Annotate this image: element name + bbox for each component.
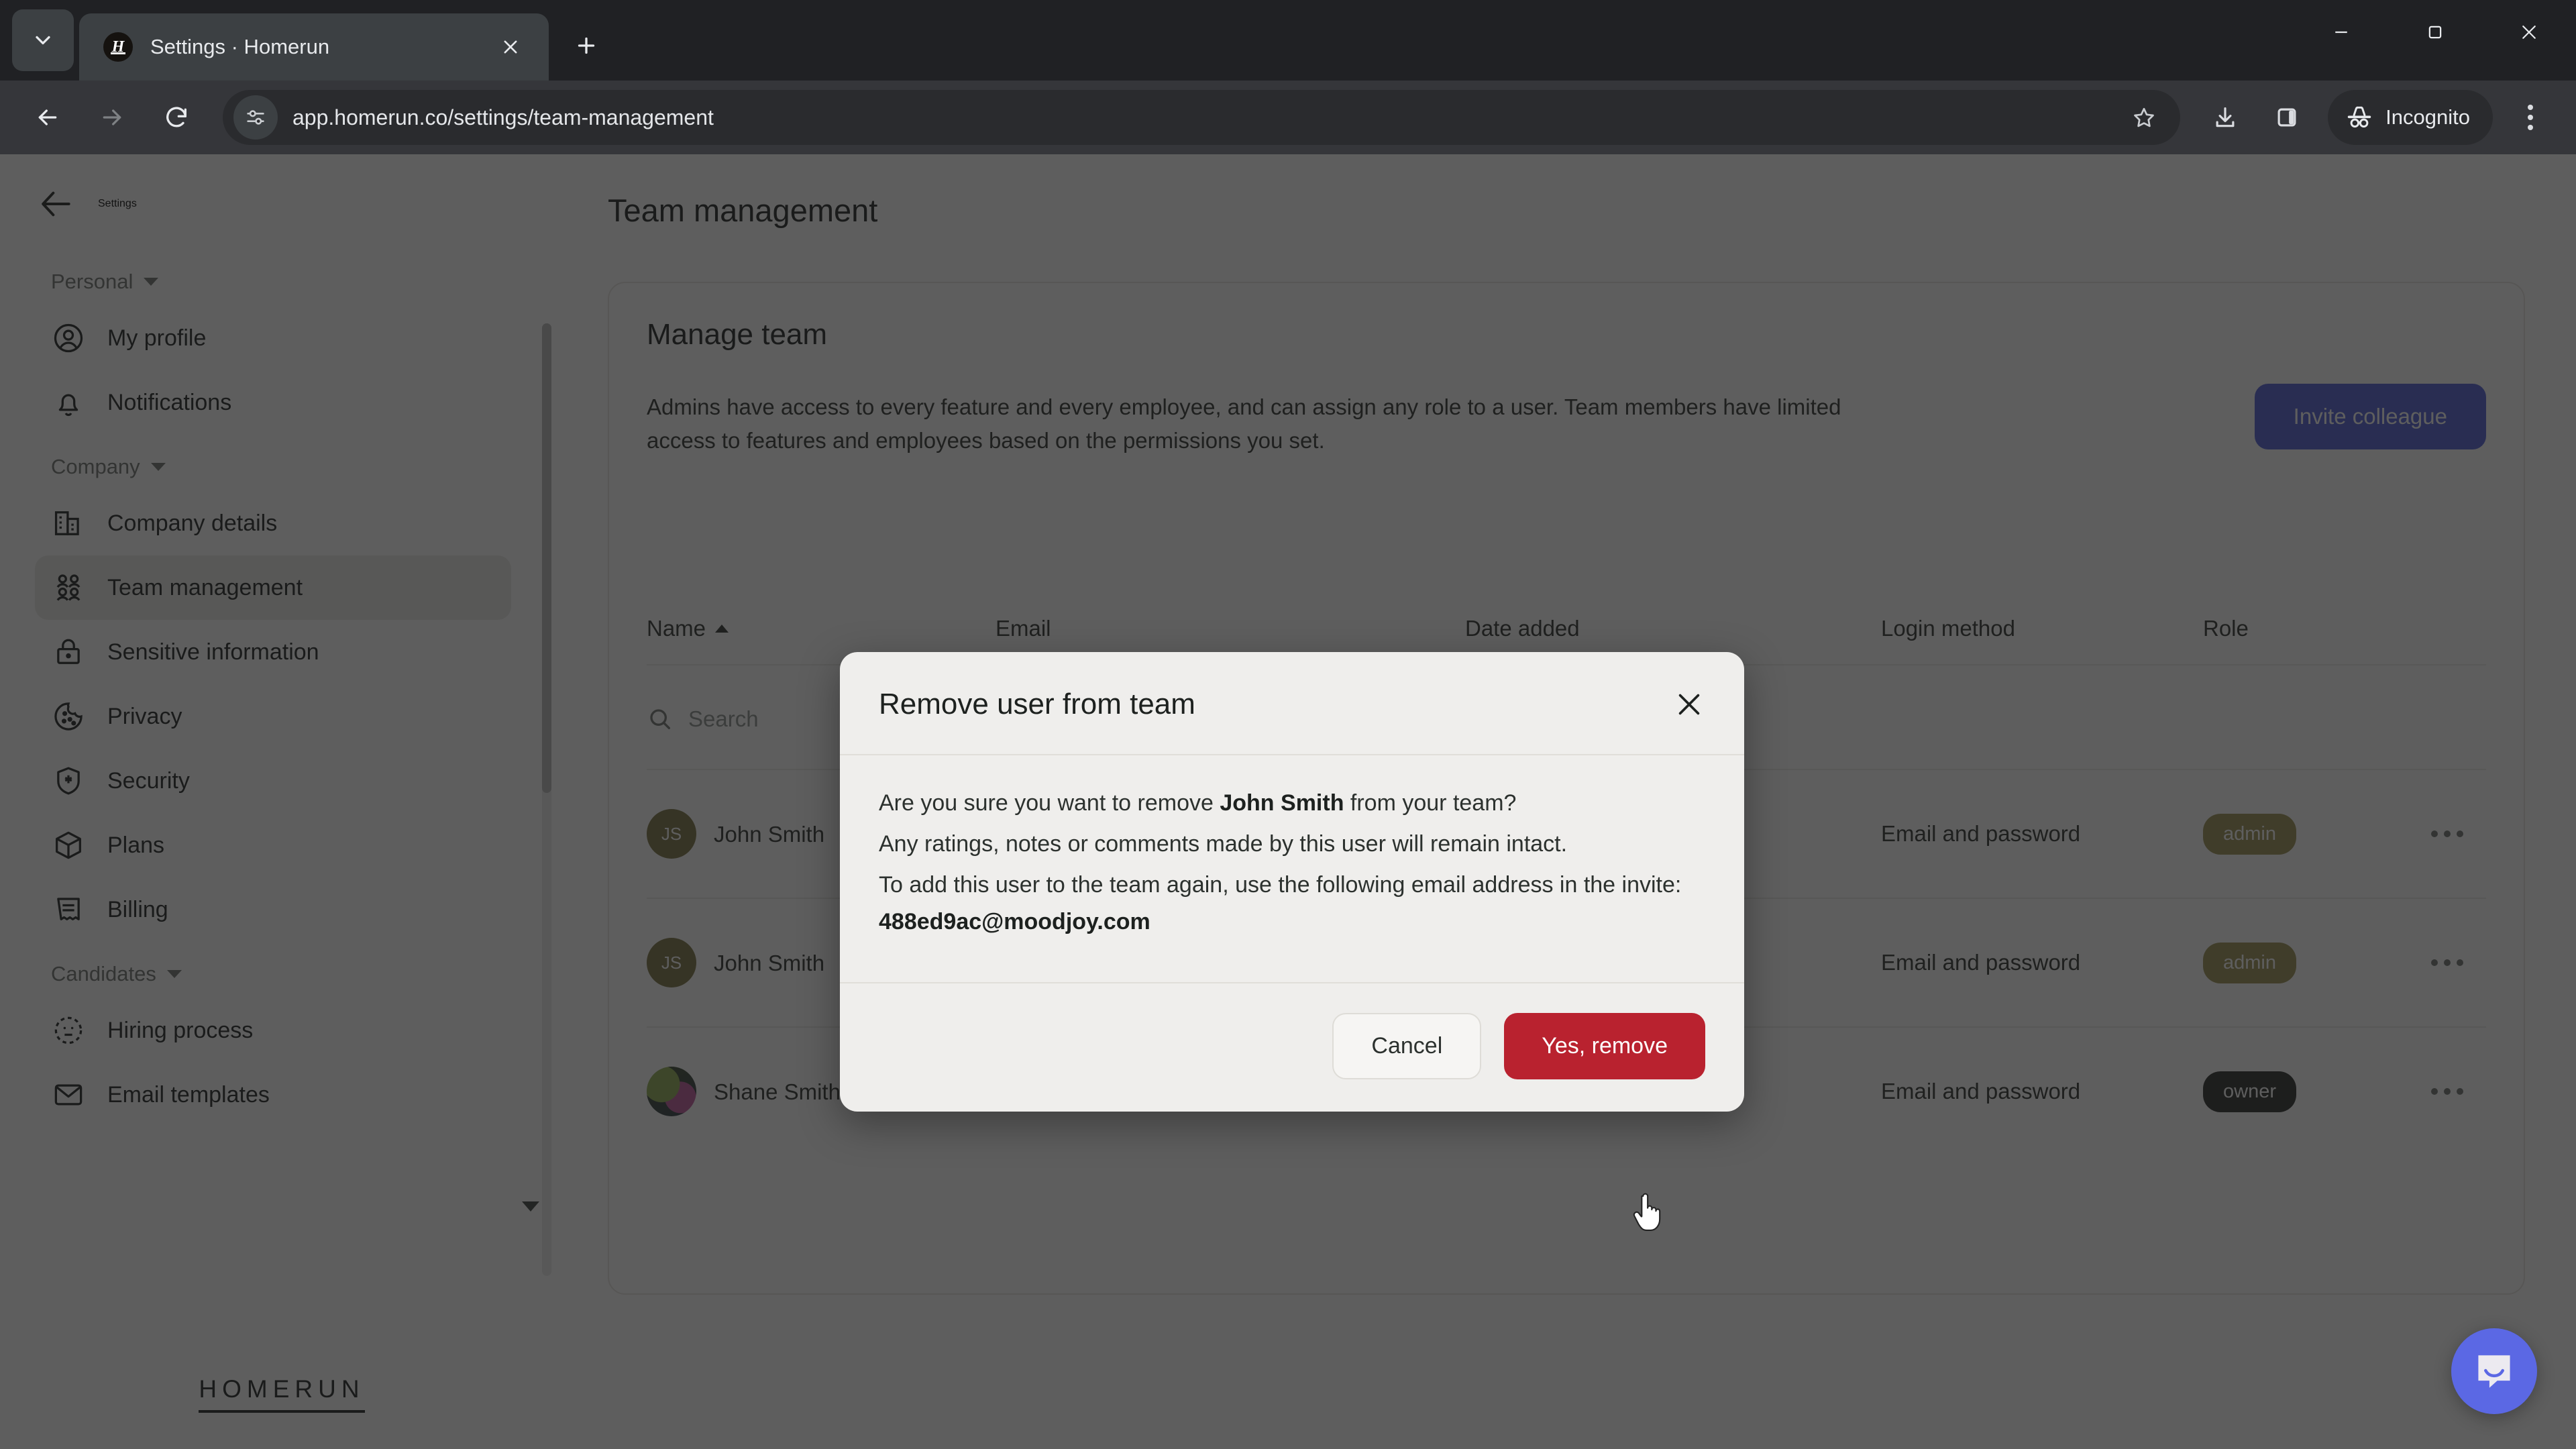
tab-search-button[interactable] xyxy=(12,9,74,71)
tab-strip: H Settings · Homerun xyxy=(0,0,2576,80)
chat-bubble-icon xyxy=(2478,1355,2510,1388)
bookmark-star-icon[interactable] xyxy=(2124,97,2164,138)
dialog-line-3: To add this user to the team again, use … xyxy=(879,867,1705,941)
dialog-close-button[interactable] xyxy=(1669,684,1709,724)
dialog-line-2: Any ratings, notes or comments made by t… xyxy=(879,831,1568,857)
menu-dot xyxy=(2528,125,2533,130)
back-button[interactable] xyxy=(19,89,76,146)
new-tab-button[interactable] xyxy=(561,20,612,71)
side-panel-button[interactable] xyxy=(2259,90,2314,145)
tab-close-button[interactable] xyxy=(492,29,529,65)
menu-dot xyxy=(2528,105,2533,110)
url-text: app.homerun.co/settings/team-management xyxy=(292,105,714,129)
download-icon xyxy=(2216,107,2235,127)
dialog-line1-suffix: from your team? xyxy=(1344,790,1517,816)
address-bar[interactable]: app.homerun.co/settings/team-management xyxy=(223,90,2181,145)
dialog-invite-email: 488ed9ac@moodjoy.com xyxy=(879,909,1150,935)
dialog-header: Remove user from team xyxy=(840,652,1744,755)
homerun-favicon-icon: H xyxy=(103,32,133,62)
remove-user-dialog: Remove user from team Are you sure you w… xyxy=(840,652,1744,1112)
minimize-icon xyxy=(2335,31,2347,34)
dialog-line3-prefix: To add this user to the team again, use … xyxy=(879,872,1682,898)
plus-icon xyxy=(578,37,595,54)
tune-icon xyxy=(247,110,264,125)
arrow-left-icon xyxy=(38,109,57,125)
maximize-icon xyxy=(2428,25,2442,39)
close-window-button[interactable] xyxy=(2482,0,2576,64)
tab-title: Settings · Homerun xyxy=(150,35,330,58)
forward-button[interactable] xyxy=(83,89,141,146)
dialog-user-name: John Smith xyxy=(1220,790,1344,816)
incognito-icon xyxy=(2347,106,2371,128)
minimize-button[interactable] xyxy=(2294,0,2388,64)
dialog-title: Remove user from team xyxy=(879,688,1195,720)
cancel-button[interactable]: Cancel xyxy=(1332,1013,1482,1080)
browser-tab[interactable]: H Settings · Homerun xyxy=(79,13,549,80)
window-controls xyxy=(2294,0,2576,80)
side-panel-icon xyxy=(2277,108,2296,127)
close-icon xyxy=(504,40,517,54)
browser-window: H Settings · Homerun app.homerun.co/sett… xyxy=(0,0,2576,1449)
omnibox-actions xyxy=(2124,97,2171,138)
intercom-launcher-button[interactable] xyxy=(2451,1328,2537,1414)
close-icon xyxy=(1678,694,1700,715)
dialog-footer: Cancel Yes, remove xyxy=(840,983,1744,1112)
star-icon xyxy=(2134,107,2155,127)
maximize-button[interactable] xyxy=(2388,0,2482,64)
downloads-button[interactable] xyxy=(2198,90,2253,145)
chevron-down-icon xyxy=(36,36,50,45)
reload-button[interactable] xyxy=(148,89,205,146)
incognito-label: Incognito xyxy=(2385,105,2470,129)
site-settings-icon[interactable] xyxy=(233,95,278,140)
confirm-remove-button[interactable]: Yes, remove xyxy=(1504,1013,1705,1080)
page-viewport: Settings Personal My profile Notificati xyxy=(0,154,2576,1449)
browser-toolbar: app.homerun.co/settings/team-management … xyxy=(0,80,2576,154)
browser-menu-button[interactable] xyxy=(2504,91,2557,144)
reload-icon xyxy=(166,107,186,127)
dialog-line-1: Are you sure you want to remove John Smi… xyxy=(879,785,1705,822)
close-icon xyxy=(2522,25,2536,39)
arrow-right-icon xyxy=(103,109,121,125)
menu-dot xyxy=(2528,115,2533,120)
dialog-line1-prefix: Are you sure you want to remove xyxy=(879,790,1220,816)
incognito-badge[interactable]: Incognito xyxy=(2328,90,2493,145)
dialog-body: Are you sure you want to remove John Smi… xyxy=(840,755,1744,984)
